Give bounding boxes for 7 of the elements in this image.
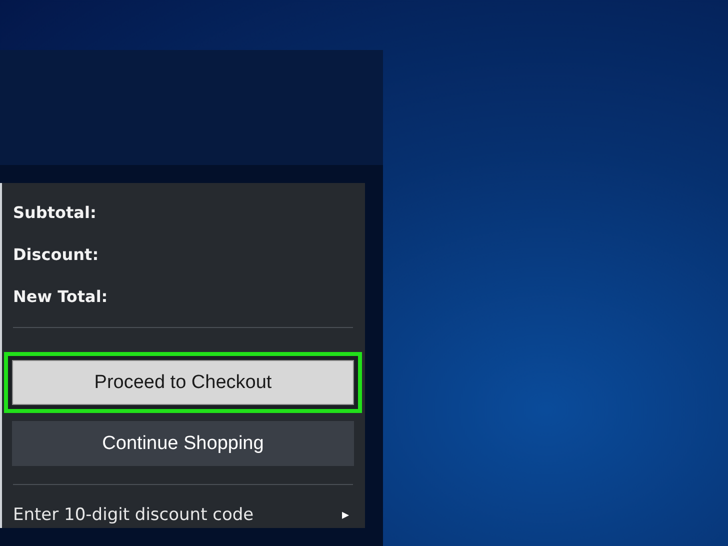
- summary-label: Discount:: [13, 244, 99, 266]
- continue-shopping-button[interactable]: Continue Shopping: [12, 421, 354, 466]
- checkout-button[interactable]: Proceed to Checkout: [12, 360, 354, 405]
- summary-label: Subtotal:: [13, 202, 96, 224]
- summary-label: New Total:: [13, 286, 108, 308]
- arrow-icon[interactable]: ▸: [342, 506, 349, 522]
- discount-code-link[interactable]: Enter 10-digit discount code: [13, 504, 254, 524]
